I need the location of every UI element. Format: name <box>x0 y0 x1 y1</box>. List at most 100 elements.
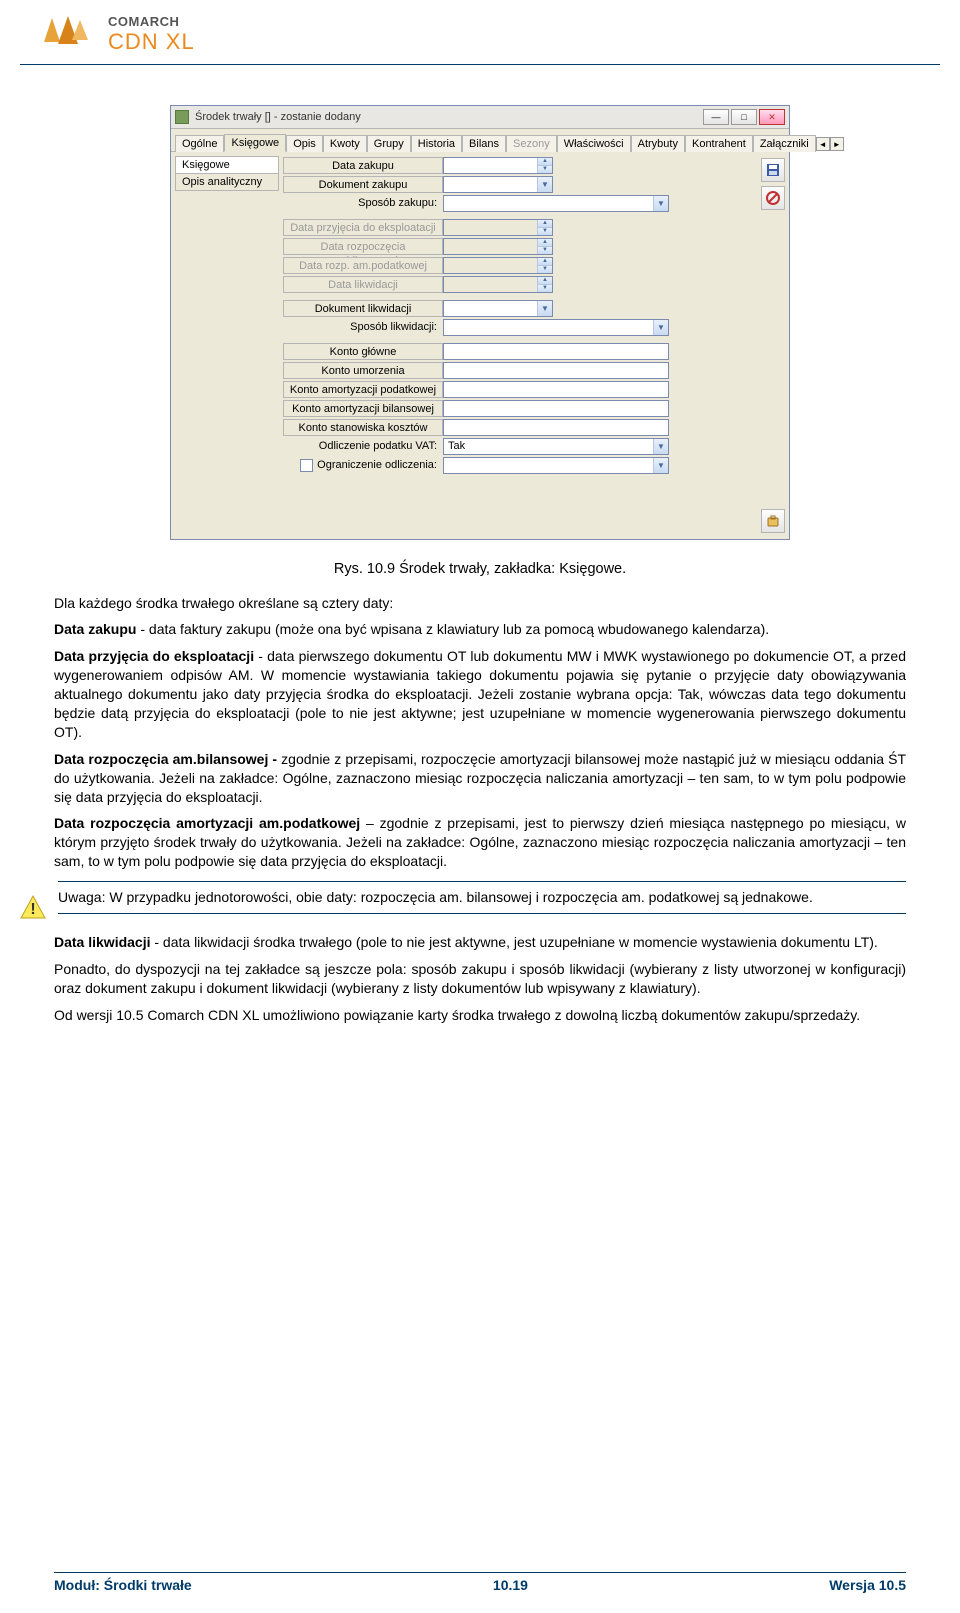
titlebar: Środek trwały [] - zostanie dodany — □ ✕ <box>171 106 789 129</box>
chevron-down-icon[interactable]: ▼ <box>653 439 668 454</box>
btn-dokument-likwidacji[interactable]: Dokument likwidacji <box>283 300 443 317</box>
btn-data-likwidacji: Data likwidacji <box>283 276 443 293</box>
footer-right: Wersja 10.5 <box>829 1577 906 1593</box>
input-dokument-zakupu[interactable]: ▼ <box>443 176 553 193</box>
leftnav-opis-analityczny[interactable]: Opis analityczny <box>175 173 279 191</box>
tab-ksiegowe[interactable]: Księgowe <box>224 134 286 152</box>
btn-data-rozp-bil: Data rozpoczęcia am.bilansowej <box>283 238 443 255</box>
checkbox-ograniczenie[interactable] <box>300 459 313 472</box>
tab-sezony: Sezony <box>506 135 557 152</box>
tab-opis[interactable]: Opis <box>286 135 323 152</box>
footer-left: Moduł: Środki trwałe <box>54 1577 192 1593</box>
label-odliczenie-vat: Odliczenie podatku VAT: <box>283 439 443 453</box>
input-konto-glowne[interactable] <box>443 343 669 360</box>
save-icon-button[interactable] <box>761 158 785 182</box>
warning-icon: ! <box>18 893 48 923</box>
text-data-zakupu: - data faktury zakupu (może ona być wpis… <box>136 621 769 637</box>
input-data-zakupu[interactable]: ▲▼ <box>443 157 553 174</box>
para-data-zakupu: Data zakupu - data faktury zakupu (może … <box>54 620 906 639</box>
input-konto-stan[interactable] <box>443 419 669 436</box>
attachment-icon-button[interactable] <box>761 509 785 533</box>
input-dokument-likwidacji[interactable]: ▼ <box>443 300 553 317</box>
comarch-logo <box>40 10 96 58</box>
note-block: ! Uwaga: W przypadku jednotorowości, obi… <box>18 881 906 923</box>
chevron-down-icon[interactable]: ▼ <box>537 177 552 192</box>
btn-konto-am-bil[interactable]: Konto amortyzacji bilansowej <box>283 400 443 417</box>
tab-scroll-right[interactable]: ► <box>830 137 844 151</box>
tab-atrybuty[interactable]: Atrybuty <box>631 135 685 152</box>
input-data-przyjecia: ▲▼ <box>443 219 553 236</box>
form-area: Data zakupu ▲▼ Dokument zakupu ▼ Sposób … <box>283 156 753 535</box>
app-window: Środek trwały [] - zostanie dodany — □ ✕… <box>170 105 790 540</box>
input-data-rozp-bil: ▲▼ <box>443 238 553 255</box>
tab-zalaczniki[interactable]: Załączniki <box>753 135 816 152</box>
footer-page-number: 10.19 <box>493 1577 528 1593</box>
document-body: Rys. 10.9 Środek trwały, zakładka: Księg… <box>54 560 906 1025</box>
bold-data-przyj: Data przyjęcia do eksploatacji <box>54 648 254 664</box>
window-title: Środek trwały [] - zostanie dodany <box>195 111 697 123</box>
btn-dokument-zakupu[interactable]: Dokument zakupu <box>283 176 443 193</box>
btn-konto-umorzenia[interactable]: Konto umorzenia <box>283 362 443 379</box>
ograniczenie-text: Ograniczenie odliczenia: <box>317 459 437 471</box>
btn-data-przyjecia: Data przyjęcia do eksploatacji <box>283 219 443 236</box>
select-ograniczenie[interactable]: ▼ <box>443 457 669 474</box>
page-header: COMARCH CDN XL <box>20 0 940 65</box>
tab-bilans[interactable]: Bilans <box>462 135 506 152</box>
para-data-rozp-pod: Data rozpoczęcia amortyzacji am.podatkow… <box>54 814 906 871</box>
logo-text: COMARCH CDN XL <box>108 14 195 55</box>
note-text: Uwaga: W przypadku jednotorowości, obie … <box>58 881 906 914</box>
chevron-down-icon[interactable]: ▼ <box>653 458 668 473</box>
brand-cdn: CDN XL <box>108 29 195 55</box>
btn-data-zakupu[interactable]: Data zakupu <box>283 157 443 174</box>
window-icon <box>175 110 189 124</box>
select-sposob-likwidacji[interactable]: ▼ <box>443 319 669 336</box>
chevron-down-icon[interactable]: ▼ <box>653 196 668 211</box>
para-wersja: Od wersji 10.5 Comarch CDN XL umożliwion… <box>54 1006 906 1025</box>
close-button[interactable]: ✕ <box>759 109 785 125</box>
bold-data-zakupu: Data zakupu <box>54 621 136 637</box>
cancel-icon-button[interactable] <box>761 186 785 210</box>
leftnav-ksiegowe[interactable]: Księgowe <box>175 156 279 174</box>
bold-data-likw: Data likwidacji <box>54 934 150 950</box>
tab-bar: Ogólne Księgowe Opis Kwoty Grupy Histori… <box>171 129 789 152</box>
para-intro: Dla każdego środka trwałego określane są… <box>54 594 906 613</box>
maximize-button[interactable]: □ <box>731 109 757 125</box>
btn-konto-am-pod[interactable]: Konto amortyzacji podatkowej <box>283 381 443 398</box>
tab-kwoty[interactable]: Kwoty <box>323 135 367 152</box>
input-konto-am-pod[interactable] <box>443 381 669 398</box>
btn-konto-glowne[interactable]: Konto główne <box>283 343 443 360</box>
page-footer: Moduł: Środki trwałe 10.19 Wersja 10.5 <box>54 1572 906 1593</box>
label-sposob-zakupu: Sposób zakupu: <box>283 196 443 210</box>
para-data-likw: Data likwidacji - data likwidacji środka… <box>54 933 906 952</box>
tab-ogolne[interactable]: Ogólne <box>175 135 224 152</box>
tab-grupy[interactable]: Grupy <box>367 135 411 152</box>
left-nav: Księgowe Opis analityczny <box>175 156 279 535</box>
input-konto-umorzenia[interactable] <box>443 362 669 379</box>
btn-data-rozp-pod: Data rozp. am.podatkowej <box>283 257 443 274</box>
text-data-likw: - data likwidacji środka trwałego (pole … <box>150 934 877 950</box>
input-konto-am-bil[interactable] <box>443 400 669 417</box>
tab-wlasciwosci[interactable]: Właściwości <box>557 135 631 152</box>
tab-kontrahent[interactable]: Kontrahent <box>685 135 753 152</box>
label-ograniczenie: Ograniczenie odliczenia: <box>283 458 443 473</box>
input-data-rozp-pod: ▲▼ <box>443 257 553 274</box>
minimize-button[interactable]: — <box>703 109 729 125</box>
para-data-rozp-bil: Data rozpoczęcia am.bilansowej - zgodnie… <box>54 750 906 807</box>
bold-data-rozp-bil: Data rozpoczęcia am.bilansowej - <box>54 751 277 767</box>
brand-comarch: COMARCH <box>108 14 195 29</box>
figure-caption: Rys. 10.9 Środek trwały, zakładka: Księg… <box>54 560 906 580</box>
tab-scroll: ◄ ► <box>816 137 844 151</box>
svg-text:!: ! <box>30 901 35 918</box>
odliczenie-vat-value: Tak <box>444 440 465 452</box>
tab-historia[interactable]: Historia <box>411 135 462 152</box>
para-data-przyjecia: Data przyjęcia do eksploatacji - data pi… <box>54 647 906 741</box>
bold-data-rozp-pod: Data rozpoczęcia amortyzacji am.podatkow… <box>54 815 360 831</box>
chevron-down-icon[interactable]: ▼ <box>537 301 552 316</box>
window-buttons: — □ ✕ <box>703 109 785 125</box>
para-ponadto: Ponadto, do dyspozycji na tej zakładce s… <box>54 960 906 998</box>
tab-scroll-left[interactable]: ◄ <box>816 137 830 151</box>
chevron-down-icon[interactable]: ▼ <box>653 320 668 335</box>
btn-konto-stan[interactable]: Konto stanowiska kosztów <box>283 419 443 436</box>
select-sposob-zakupu[interactable]: ▼ <box>443 195 669 212</box>
select-odliczenie-vat[interactable]: Tak ▼ <box>443 438 669 455</box>
